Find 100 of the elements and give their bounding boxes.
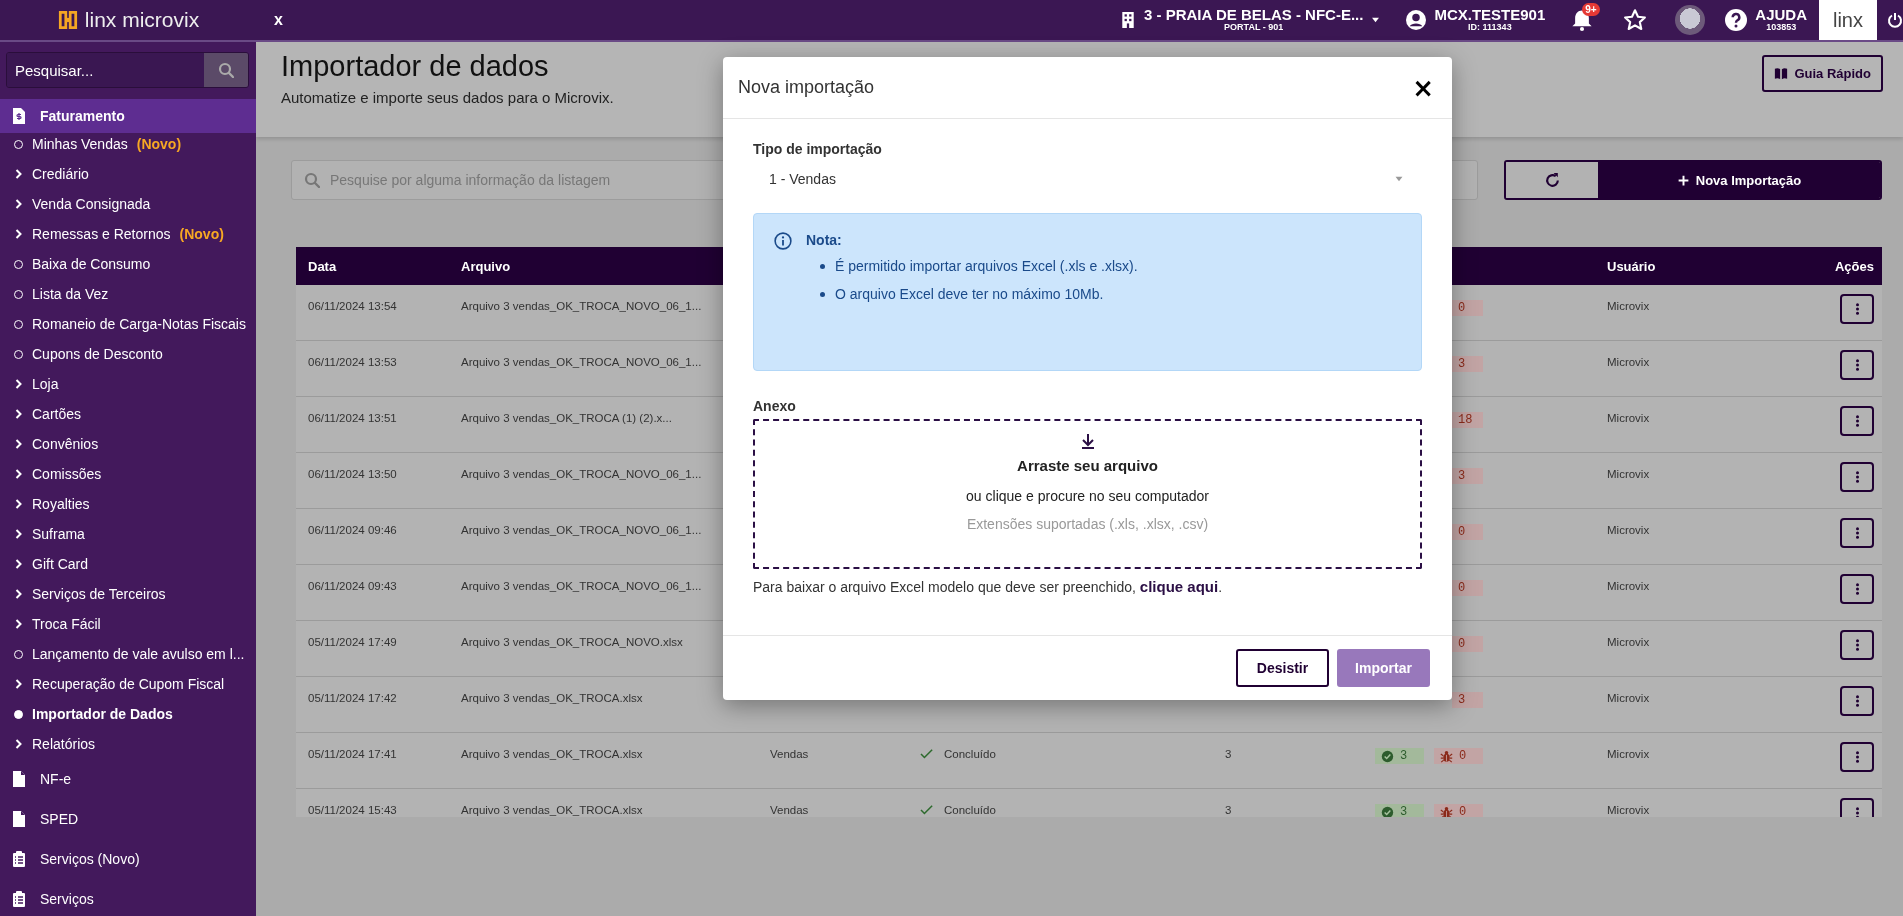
search-field[interactable]: Pesquisar... [6, 52, 249, 88]
sidebar-item[interactable]: Gift Card [0, 549, 256, 579]
sidebar-section[interactable]: Faturamento [0, 99, 256, 133]
store-code: PORTAL - 901 [1224, 23, 1284, 33]
sidebar-item[interactable]: Importador de Dados [0, 699, 256, 729]
dots-icon [1854, 582, 1860, 596]
select-field[interactable]: 1 - Vendas [753, 157, 1422, 197]
file-icon [12, 771, 26, 787]
check-icon [920, 804, 934, 816]
close-button[interactable]: × [1412, 74, 1434, 101]
sidebar-item[interactable]: Serviços de Terceiros [0, 579, 256, 609]
more-button[interactable] [1840, 350, 1874, 380]
guide-button[interactable]: Guia Rápido [1762, 55, 1883, 92]
chevron-icon [14, 499, 23, 509]
sidebar-item[interactable]: Cupons de Desconto [0, 339, 256, 369]
store-name[interactable]: 3 - PRAIA DE BELAS - NFC-E... [1143, 7, 1364, 24]
more-button[interactable] [1840, 574, 1874, 604]
more-button[interactable] [1840, 406, 1874, 436]
table-cell-text: 3 [1224, 748, 1232, 760]
sidebar-item[interactable]: Remessas e Retornos [32, 226, 171, 242]
user-id: ID: 111343 [1468, 23, 1512, 33]
book-icon [1774, 66, 1789, 81]
sidebar-item[interactable]: Minhas Vendas [32, 136, 128, 152]
clipboard-icon [12, 891, 26, 907]
chevron-icon [14, 559, 23, 569]
dots-icon [1854, 694, 1860, 708]
sidebar-item[interactable]: Venda Consignada [0, 189, 256, 219]
table-cell-text: 06/11/2024 09:46 [307, 524, 397, 536]
more-button[interactable] [1840, 518, 1874, 548]
error-count: 3 [1458, 357, 1466, 371]
table-cell-text: 06/11/2024 13:50 [307, 468, 397, 480]
column-header: Ações [1833, 258, 1875, 274]
table-cell-text: Arquivo 3 vendas_OK_TROCA_NOVO_06_1... [460, 356, 702, 368]
new-label: (Novo) [179, 226, 224, 242]
more-button[interactable] [1840, 462, 1874, 492]
avatar[interactable] [1675, 5, 1706, 35]
sidebar-item[interactable]: Cartões [0, 399, 256, 429]
star-icon[interactable] [1623, 8, 1648, 32]
sidebar-item[interactable]: Comissões [0, 459, 256, 489]
sidebar-item[interactable]: Convênios [0, 429, 256, 459]
table-cell-text: 05/11/2024 15:43 [307, 804, 397, 816]
clipboard-icon [12, 851, 26, 867]
modal-title: Nova importação [738, 77, 875, 98]
sidebar-item[interactable]: Royalties [0, 489, 256, 519]
dots-icon [1854, 638, 1860, 652]
help-icon[interactable] [1725, 9, 1748, 31]
table-cell-text: Microvix [1606, 692, 1650, 704]
more-button[interactable] [1840, 630, 1874, 660]
user-name[interactable]: MCX.TESTE901 [1434, 7, 1546, 24]
more-button[interactable] [1840, 686, 1874, 716]
sidebar-item[interactable]: Relatórios [0, 729, 256, 759]
sidebar-item[interactable]: Lista da Vez [0, 279, 256, 309]
table-cell-text: Arquivo 3 vendas_OK_TROCA (1) (2).x... [460, 412, 672, 424]
field-label: Tipo de importação [753, 141, 883, 157]
sidebar-item[interactable]: Suframa [0, 519, 256, 549]
close-tab-button[interactable]: x [268, 10, 289, 30]
dots-icon [1854, 806, 1860, 817]
logo-icon [56, 9, 79, 31]
more-button[interactable] [1840, 294, 1874, 324]
check-icon [920, 748, 934, 760]
refresh-button[interactable] [1506, 162, 1598, 198]
drop-hint: Extensões suportadas (.xls, .xlsx, .csv) [966, 516, 1209, 532]
sidebar-item[interactable]: Recuperação de Cupom Fiscal [0, 669, 256, 699]
drop-zone[interactable]: Arraste seu arquivo ou clique e procure no seu computador Extensões suportadas (.xls, .xlsx, .csv) [753, 419, 1422, 569]
chevron-icon [14, 169, 23, 179]
help-label[interactable]: AJUDA [1755, 7, 1807, 24]
notification-badge: 9+ [1582, 3, 1600, 16]
table-cell-text: Arquivo 3 vendas_OK_TROCA_NOVO.xlsx [460, 636, 683, 648]
chevron-icon [14, 379, 23, 389]
cancel-button[interactable]: Desistir [1236, 649, 1329, 687]
sidebar-item[interactable]: Lançamento de vale avulso em l... [0, 639, 256, 669]
download-link[interactable]: clique aqui [1139, 578, 1219, 595]
chevron-icon [14, 619, 23, 629]
sidebar-item[interactable]: Baixa de Consumo [0, 249, 256, 279]
power-icon[interactable] [1887, 12, 1903, 28]
search-button[interactable] [204, 53, 248, 87]
drop-title: Arraste seu arquivo [1017, 457, 1158, 474]
chevron-icon [14, 679, 23, 689]
sidebar-section[interactable]: NF-e [0, 759, 256, 799]
success-count: 3 [1400, 749, 1408, 763]
download-icon [1079, 433, 1096, 449]
more-button[interactable] [1840, 742, 1874, 772]
column-header: Data [307, 258, 337, 274]
status-text: Concluído [944, 748, 996, 760]
sidebar-item[interactable]: Romaneio de Carga-Notas Fiscais [0, 309, 256, 339]
page-title: Importador de dados [281, 50, 550, 83]
sidebar-item[interactable]: Crediário [0, 159, 256, 189]
column-header: Usuário [1606, 258, 1656, 274]
caret-icon [1371, 17, 1381, 23]
table-cell-text: Arquivo 3 vendas_OK_TROCA.xlsx [460, 748, 643, 760]
sidebar-item[interactable]: Troca Fácil [0, 609, 256, 639]
sidebar-section[interactable]: Serviços [0, 879, 256, 916]
chevron-icon [14, 589, 23, 599]
table-cell-text: Arquivo 3 vendas_OK_TROCA.xlsx [460, 804, 643, 816]
circle-icon [14, 709, 23, 719]
sidebar-item[interactable]: Loja [0, 369, 256, 399]
error-count: 0 [1459, 805, 1467, 817]
sidebar-section[interactable]: SPED [0, 799, 256, 839]
new-import-button[interactable]: Nova Importação [1598, 162, 1880, 198]
sidebar-section[interactable]: Serviços (Novo) [0, 839, 256, 879]
